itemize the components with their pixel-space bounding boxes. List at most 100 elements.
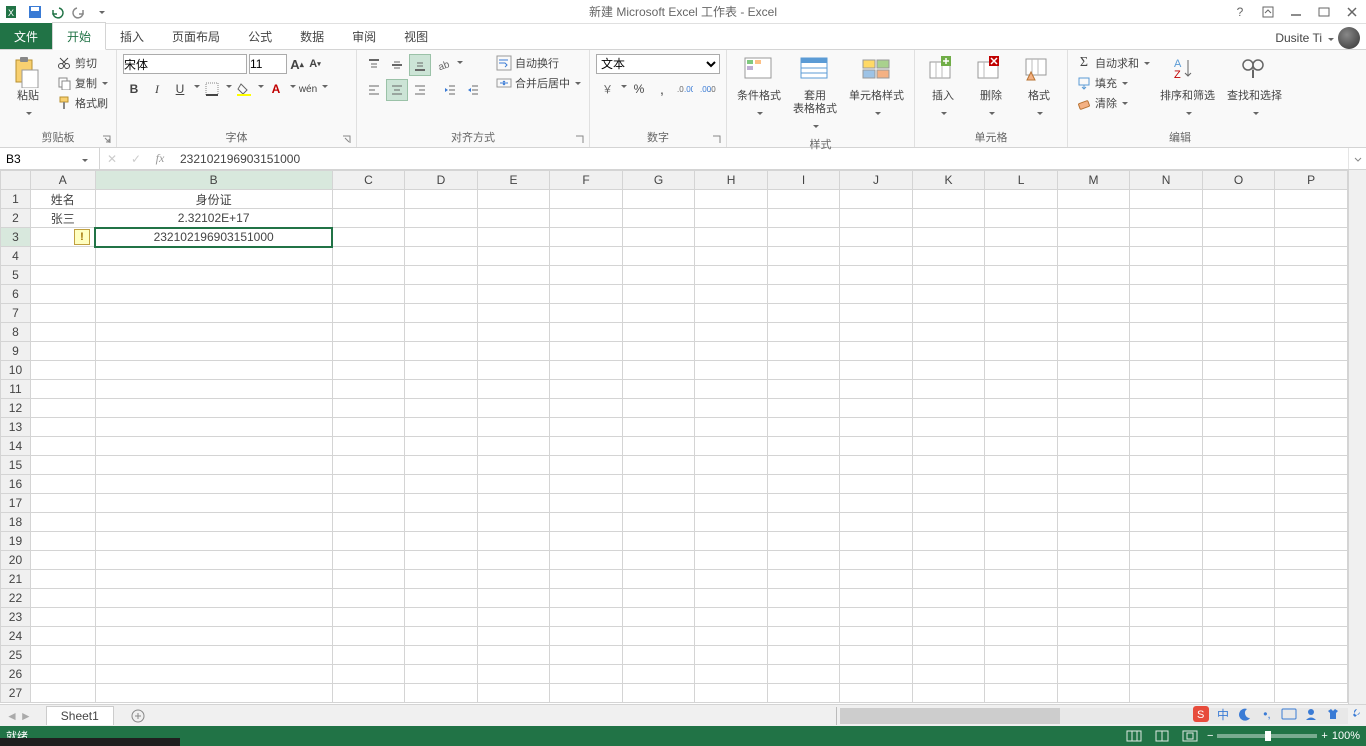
cell[interactable]	[840, 190, 913, 209]
cut-button[interactable]: 剪切	[54, 54, 110, 72]
cell[interactable]	[1275, 646, 1348, 665]
cell[interactable]	[1057, 342, 1130, 361]
error-indicator-icon[interactable]	[74, 229, 90, 245]
zoom-control[interactable]: − + 100%	[1207, 730, 1360, 742]
cell[interactable]	[1057, 513, 1130, 532]
cell[interactable]	[405, 475, 478, 494]
cell[interactable]	[30, 570, 95, 589]
cell[interactable]	[1202, 570, 1275, 589]
phonetic-button[interactable]: wén	[297, 78, 319, 100]
cell[interactable]	[1202, 399, 1275, 418]
cell[interactable]	[1130, 437, 1203, 456]
cell[interactable]	[405, 627, 478, 646]
row-header[interactable]: 11	[1, 380, 31, 399]
cell[interactable]	[1057, 532, 1130, 551]
cell[interactable]: 张三	[30, 209, 95, 228]
cell[interactable]	[1130, 513, 1203, 532]
tab-review[interactable]: 审阅	[338, 23, 390, 49]
column-header[interactable]: M	[1057, 171, 1130, 190]
cell[interactable]	[912, 342, 985, 361]
cell[interactable]	[30, 589, 95, 608]
cell[interactable]	[695, 494, 768, 513]
row-header[interactable]: 4	[1, 247, 31, 266]
cell[interactable]	[912, 190, 985, 209]
cell[interactable]	[1130, 646, 1203, 665]
cell-styles-button[interactable]: 单元格样式	[845, 54, 908, 121]
cell[interactable]	[1275, 494, 1348, 513]
qat-customize-icon[interactable]	[92, 3, 110, 21]
column-header[interactable]: A	[30, 171, 95, 190]
cell[interactable]	[767, 475, 839, 494]
cell[interactable]	[95, 684, 332, 703]
cell[interactable]	[332, 342, 405, 361]
cell[interactable]	[477, 532, 550, 551]
cell[interactable]	[332, 608, 405, 627]
cell[interactable]	[1202, 190, 1275, 209]
row-header[interactable]: 20	[1, 551, 31, 570]
cell[interactable]	[622, 323, 695, 342]
cell[interactable]	[985, 475, 1058, 494]
cell[interactable]	[95, 285, 332, 304]
cell[interactable]	[405, 228, 478, 247]
cell[interactable]	[1275, 589, 1348, 608]
cell[interactable]	[1057, 285, 1130, 304]
autosum-button[interactable]: Σ自动求和	[1074, 54, 1152, 72]
cell[interactable]	[985, 380, 1058, 399]
cell[interactable]	[405, 589, 478, 608]
zoom-slider[interactable]	[1217, 734, 1317, 738]
cell[interactable]	[767, 646, 839, 665]
cell[interactable]	[695, 361, 768, 380]
cell[interactable]	[622, 665, 695, 684]
cell[interactable]	[622, 247, 695, 266]
save-icon[interactable]	[26, 3, 44, 21]
cell[interactable]	[767, 209, 839, 228]
cell[interactable]	[622, 437, 695, 456]
cell[interactable]	[985, 342, 1058, 361]
column-header[interactable]: N	[1130, 171, 1203, 190]
cell[interactable]	[477, 342, 550, 361]
page-layout-view-icon[interactable]	[1151, 728, 1173, 744]
merge-center-button[interactable]: 合并后居中	[494, 74, 583, 92]
cell[interactable]	[912, 665, 985, 684]
accounting-button[interactable]: ￥	[596, 78, 618, 100]
lang-icon[interactable]: 中	[1214, 705, 1232, 723]
cell[interactable]	[622, 608, 695, 627]
cell[interactable]	[1202, 437, 1275, 456]
formula-bar[interactable]: 232102196903151000	[172, 152, 1348, 166]
column-header[interactable]: L	[985, 171, 1058, 190]
cell[interactable]	[405, 456, 478, 475]
cell[interactable]	[405, 304, 478, 323]
chevron-down-icon[interactable]	[80, 152, 88, 166]
cell[interactable]	[1057, 646, 1130, 665]
cell[interactable]	[767, 513, 839, 532]
cell[interactable]	[405, 247, 478, 266]
cell[interactable]	[477, 399, 550, 418]
cell[interactable]	[695, 513, 768, 532]
cell[interactable]	[985, 418, 1058, 437]
cell[interactable]	[1275, 228, 1348, 247]
cell[interactable]	[332, 589, 405, 608]
cell[interactable]	[1130, 285, 1203, 304]
cell[interactable]	[30, 304, 95, 323]
column-header[interactable]: K	[912, 171, 985, 190]
cell[interactable]	[912, 570, 985, 589]
cell[interactable]	[1202, 228, 1275, 247]
cell[interactable]	[622, 342, 695, 361]
cell[interactable]	[95, 608, 332, 627]
column-header[interactable]: J	[840, 171, 913, 190]
cell[interactable]	[695, 456, 768, 475]
cell[interactable]	[695, 304, 768, 323]
cell[interactable]	[1130, 323, 1203, 342]
cell[interactable]	[840, 209, 913, 228]
cell[interactable]	[1275, 437, 1348, 456]
conditional-formatting-button[interactable]: 条件格式	[733, 54, 785, 121]
row-header[interactable]: 2	[1, 209, 31, 228]
cell[interactable]	[332, 380, 405, 399]
cell[interactable]	[477, 513, 550, 532]
cancel-formula-button[interactable]: ✕	[100, 152, 124, 166]
cell[interactable]	[477, 437, 550, 456]
cell[interactable]	[912, 456, 985, 475]
zoom-in-icon[interactable]: +	[1321, 730, 1327, 742]
cell[interactable]	[695, 209, 768, 228]
cell[interactable]	[912, 266, 985, 285]
